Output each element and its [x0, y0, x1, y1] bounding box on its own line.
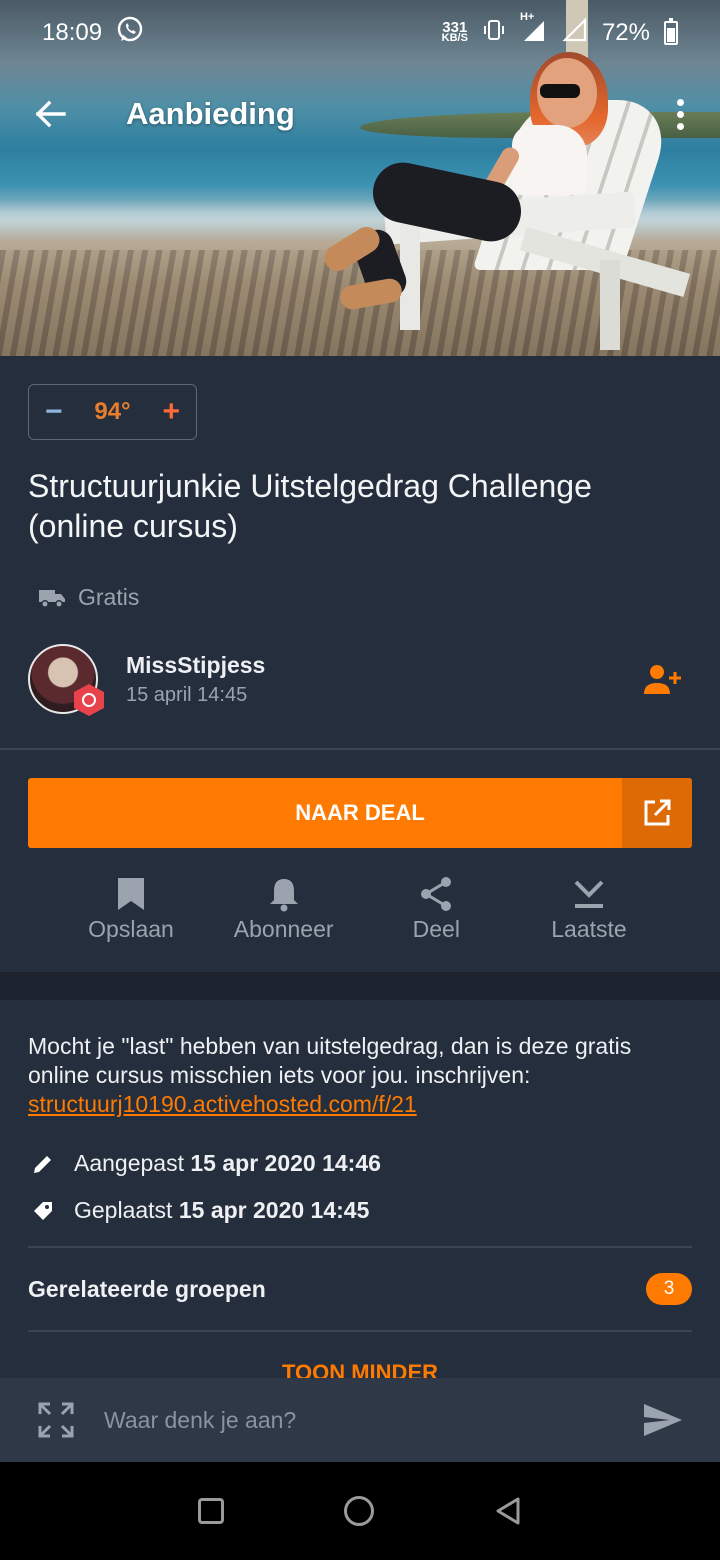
deal-actions: Opslaan Abonneer Deel Laatste: [55, 876, 665, 956]
share-icon: [421, 877, 452, 911]
share-button[interactable]: Deel: [360, 876, 512, 956]
expand-icon[interactable]: [36, 1400, 76, 1440]
vote-cold-button[interactable]: −: [45, 397, 63, 427]
edited-info: Aangepast 15 apr 2020 14:46: [32, 1150, 381, 1177]
deal-link[interactable]: structuurj10190.activehosted.com/f/21: [28, 1090, 698, 1119]
jump-latest-button[interactable]: Laatste: [513, 876, 665, 956]
back-button[interactable]: [20, 84, 80, 144]
pencil-icon: [34, 1155, 51, 1173]
shipping-label: Gratis: [78, 584, 140, 610]
more-vert-icon: [676, 98, 684, 106]
home-button[interactable]: [344, 1496, 374, 1526]
deal-content: − 94° + Structuurjunkie Uitstelgedrag Ch…: [0, 356, 720, 1378]
whatsapp-icon: [116, 16, 144, 51]
temperature-voter: − 94° +: [28, 384, 197, 440]
divider: [0, 748, 720, 750]
share-label: Deel: [412, 916, 460, 942]
comment-bar: [0, 1378, 720, 1462]
send-icon[interactable]: [642, 1400, 684, 1440]
arrow-left-icon: [35, 100, 66, 128]
shipping-info: Gratis: [38, 584, 139, 611]
signal-icon: [562, 16, 588, 50]
battery-icon: [664, 18, 678, 45]
bookmark-icon: [118, 878, 144, 910]
save-label: Opslaan: [88, 916, 174, 942]
related-groups-count: 3: [646, 1273, 692, 1305]
related-groups-row[interactable]: Gerelateerde groepen 3: [28, 1246, 692, 1332]
open-external-icon: [644, 799, 671, 826]
placed-info: Geplaatst 15 apr 2020 14:45: [32, 1197, 369, 1224]
bell-icon: [269, 879, 298, 912]
open-external-button[interactable]: [622, 778, 692, 848]
follow-user-icon[interactable]: [642, 662, 682, 698]
recents-button[interactable]: [198, 1498, 224, 1524]
status-time: 18:09: [42, 19, 103, 46]
poster-name[interactable]: MissStipjess: [126, 652, 265, 679]
page-title: Aanbieding: [126, 96, 295, 131]
deal-description: Mocht je "last" hebben van uitstelgedrag…: [28, 1032, 698, 1119]
go-to-deal-label: NAAR DEAL: [295, 800, 425, 825]
vibrate-icon: [482, 18, 506, 49]
system-nav-bar: [0, 1462, 720, 1560]
vote-hot-button[interactable]: +: [162, 397, 180, 427]
placed-label: Geplaatst: [74, 1197, 173, 1223]
back-triangle-icon[interactable]: [494, 1496, 522, 1526]
battery-percent: 72%: [601, 19, 650, 46]
related-groups-label: Gerelateerde groepen: [28, 1275, 266, 1302]
edited-date: 15 apr 2020 14:46: [190, 1150, 381, 1176]
jump-to-latest-icon: [574, 880, 604, 908]
section-separator: [0, 972, 720, 1000]
tag-icon: [34, 1201, 52, 1220]
deal-title: Structuurjunkie Uitstelgedrag Challenge …: [28, 468, 592, 544]
app-bar: Aanbieding: [0, 76, 720, 152]
description-text: Mocht je "last" hebben van uitstelgedrag…: [28, 1033, 632, 1088]
subscribe-button[interactable]: Abonneer: [208, 876, 360, 956]
posted-time: 15 april 14:45: [126, 684, 248, 706]
more-options-button[interactable]: [660, 84, 700, 144]
comment-input[interactable]: [104, 1406, 642, 1434]
jump-latest-label: Laatste: [551, 916, 627, 942]
network-speed: 331 KB/S: [441, 19, 468, 44]
truck-icon: [39, 589, 65, 608]
deal-temperature: 94°: [94, 398, 131, 425]
show-less-button[interactable]: TOON MINDER: [0, 1360, 720, 1378]
edited-label: Aangepast: [74, 1150, 184, 1176]
mobile-data-icon: H+: [520, 11, 548, 50]
save-button[interactable]: Opslaan: [55, 876, 207, 956]
poster-row: MissStipjess 15 april 14:45: [28, 644, 692, 716]
go-to-deal-button[interactable]: NAAR DEAL: [28, 778, 692, 848]
status-bar: 18:09 331 KB/S H+ 72%: [0, 0, 720, 66]
subscribe-label: Abonneer: [233, 916, 334, 942]
placed-date: 15 apr 2020 14:45: [178, 1197, 370, 1223]
